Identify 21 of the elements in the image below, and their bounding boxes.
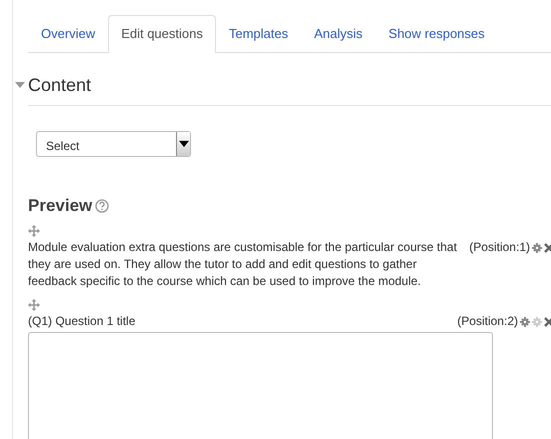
help-icon[interactable]	[95, 199, 110, 214]
position-text: (Position:1)	[469, 239, 530, 256]
tab[interactable]: Templates	[216, 15, 302, 52]
section-heading: Content	[28, 74, 92, 96]
delete-icon[interactable]	[544, 242, 551, 253]
edit-icon[interactable]	[532, 242, 542, 253]
tab[interactable]: Analysis	[301, 15, 376, 52]
move-icon[interactable]	[28, 225, 40, 238]
question-label: (Q1) Question 1 title	[28, 313, 136, 330]
tab[interactable]: Overview	[28, 15, 108, 52]
tab[interactable]: Show responses	[376, 15, 498, 52]
select-dropdown[interactable]: Select	[36, 131, 191, 158]
preview-heading: Preview	[28, 196, 92, 216]
edit-icon[interactable]	[520, 316, 530, 327]
position-text: (Position:2)	[457, 313, 518, 330]
move-icon[interactable]	[28, 299, 40, 312]
tab[interactable]: Edit questions	[108, 15, 216, 52]
delete-icon[interactable]	[544, 316, 551, 327]
caret-icon	[178, 139, 188, 150]
collapse-icon[interactable]	[15, 82, 25, 88]
description-text: Module evaluation extra questions are customisable for the particular course that they are used on. They allow the tutor to add and edit questions to gather feedback specific to the course which can be used to improve the module.	[28, 239, 458, 290]
